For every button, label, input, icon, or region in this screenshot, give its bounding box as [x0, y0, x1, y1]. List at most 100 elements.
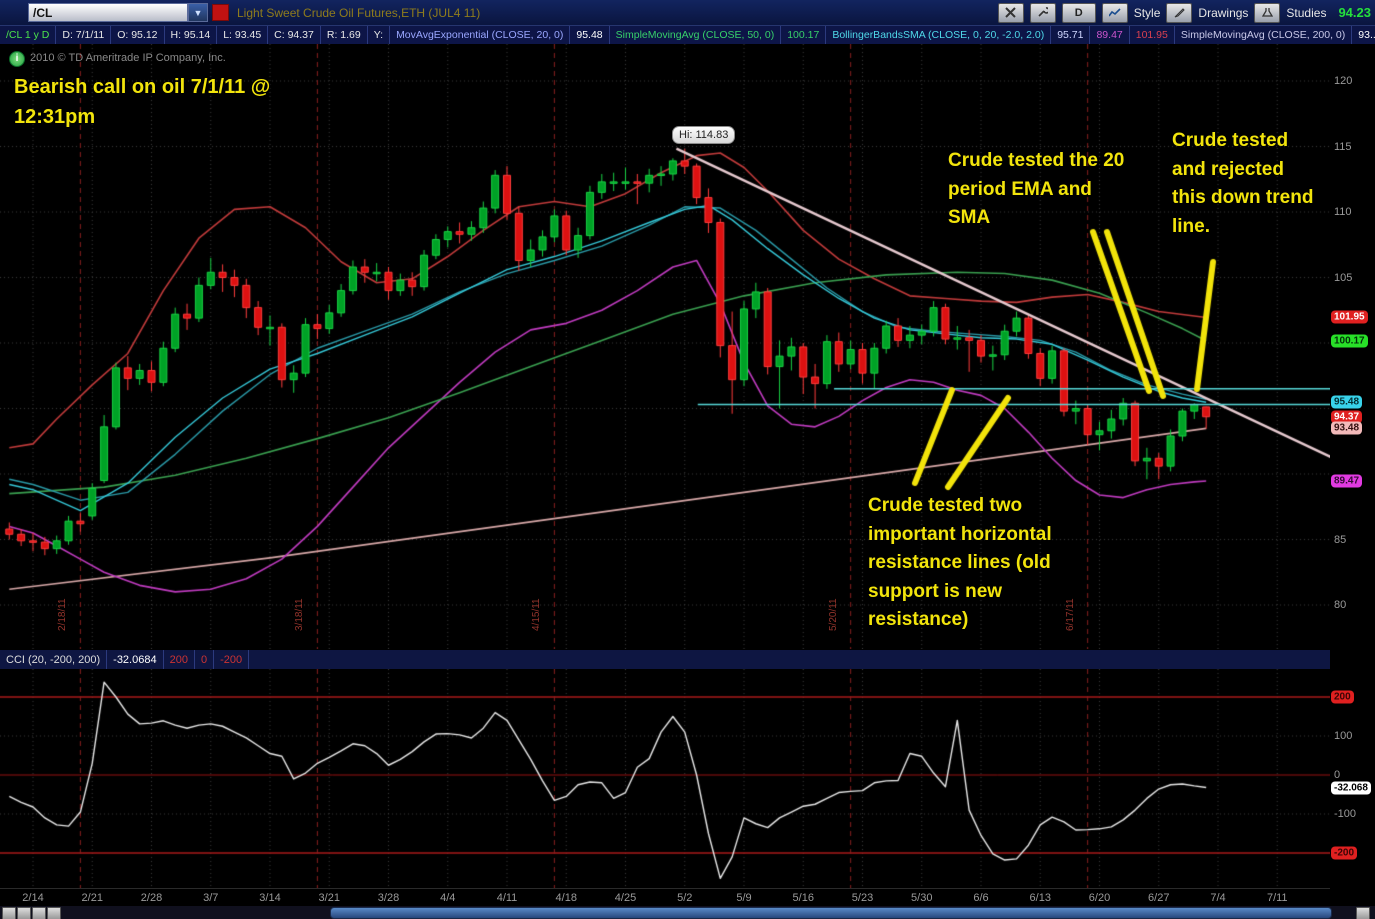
cci-tag-200: 200	[1331, 690, 1354, 704]
date-label-5-16: 5/16	[792, 892, 814, 904]
wrench-icon[interactable]	[1029, 2, 1056, 23]
expiration-label-3-18-11: 3/18/11	[294, 598, 306, 631]
date-label-7-11: 7/11	[1266, 892, 1288, 904]
info-icon[interactable]: i	[9, 51, 25, 67]
date-label-5-2: 5/2	[677, 892, 693, 904]
instrument-title: Light Sweet Crude Oil Futures,ETH (JUL4 …	[237, 5, 481, 20]
annotation-resistance-note: Crude tested two important horizontal re…	[868, 495, 1052, 630]
price-label-115: 115	[1334, 140, 1352, 153]
toolbar-cell-11[interactable]: 100.17	[781, 26, 827, 44]
cci-tag--200: -200	[1331, 846, 1358, 860]
date-label-3-7: 3/7	[203, 892, 219, 904]
cci-level-0[interactable]: 0	[195, 650, 215, 669]
cci-axis-label-0: 0	[1334, 769, 1341, 781]
expiration-label-6-17-11: 6/17/11	[1064, 598, 1076, 631]
toolbar-cell-16[interactable]: SimpleMovingAvg (CLOSE, 200, 0)	[1175, 26, 1353, 44]
chart-scrollbar	[0, 906, 1375, 919]
date-label-4-18: 4/18	[555, 892, 577, 904]
style-button[interactable]: Style	[1134, 6, 1161, 20]
date-axis[interactable]: 2/14 2/21 2/28 3/7 3/14 3/21 3/28 4/4 4/11 4/18 4/…	[0, 888, 1330, 907]
link-color-button[interactable]	[212, 4, 229, 21]
last-price-display: 94.23	[1338, 5, 1371, 20]
price-axis[interactable]: 120 115 110 105 85 80 101.95 100.17 95.48 94.37 93…	[1330, 44, 1375, 906]
drawings-icon[interactable]	[1166, 2, 1193, 23]
tools-icon[interactable]	[997, 2, 1024, 23]
layout-button-2[interactable]	[17, 907, 31, 919]
date-label-5-23: 5/23	[851, 892, 874, 904]
studies-button[interactable]: Studies	[1286, 6, 1326, 20]
toolbar-cells: /CL 1 y D D: 7/1/11 O: 95.12 H: 95.14 L: 93.…	[0, 26, 1375, 44]
cci-level-200[interactable]: 200	[164, 650, 195, 669]
toolbar-cell-12[interactable]: BollingerBandsSMA (CLOSE, 0, 20, -2.0, 2…	[826, 26, 1052, 44]
drawings-button[interactable]: Drawings	[1198, 6, 1248, 20]
date-label-2-28: 2/28	[140, 892, 163, 904]
price-label-80: 80	[1334, 599, 1347, 611]
cci-header: CCI (20, -200, 200) -32.0684 200 0 -200	[0, 650, 1330, 669]
expiration-label-2-18-11: 2/18/11	[57, 598, 69, 631]
date-label-6-6: 6/6	[973, 892, 989, 904]
sma200-tag: 93.48	[1331, 421, 1363, 435]
layout-button-4[interactable]	[47, 907, 61, 919]
symbol-dropdown-icon[interactable]: ▼	[188, 3, 208, 22]
trading-platform-window: /CL ▼ Light Sweet Crude Oil Futures,ETH …	[0, 0, 1375, 919]
layout-button-1[interactable]	[2, 907, 16, 919]
cci-chart-canvas[interactable]	[0, 669, 1330, 888]
toolbar-cell-2[interactable]: O: 95.12	[111, 26, 165, 44]
toolbar-cell-9[interactable]: 95.48	[570, 26, 610, 44]
symbol-input[interactable]: /CL	[28, 3, 188, 22]
toolbar-cell-1[interactable]: D: 7/1/11	[56, 26, 112, 44]
date-label-6-27: 6/27	[1148, 892, 1170, 904]
toolbar-cell-3[interactable]: H: 95.14	[165, 26, 218, 44]
toolbar-cell-13[interactable]: 95.71	[1051, 26, 1091, 44]
date-label-3-14: 3/14	[259, 892, 281, 904]
price-label-120: 120	[1334, 75, 1353, 87]
annotation-ema-note: Crude tested the 20 period EMA and SMA	[948, 150, 1125, 228]
toolbar-cell-0[interactable]: /CL 1 y D	[0, 26, 57, 44]
date-label-4-11: 4/11	[496, 892, 518, 904]
cci-value[interactable]: -32.0684	[107, 650, 164, 669]
studies-toolbar: /CL 1 y D D: 7/1/11 O: 95.12 H: 95.14 L: 93.…	[0, 26, 1375, 44]
price-chart-canvas[interactable]	[0, 44, 1330, 649]
layout-button-3[interactable]	[32, 907, 46, 919]
price-label-110: 110	[1334, 206, 1352, 218]
cci-tag--32.068: -32.068	[1331, 781, 1371, 794]
date-label-3-21: 3/21	[318, 892, 340, 904]
date-label-4-25: 4/25	[614, 892, 637, 904]
cci-label[interactable]: CCI (20, -200, 200)	[0, 650, 108, 669]
bollinger-upper-tag: 101.95	[1331, 310, 1368, 324]
price-label-85: 85	[1334, 533, 1347, 546]
title-bar: /CL ▼ Light Sweet Crude Oil Futures,ETH …	[0, 0, 1375, 26]
toolbar-cell-4[interactable]: L: 93.45	[217, 26, 269, 44]
toolbar-cell-8[interactable]: MovAvgExponential (CLOSE, 20, 0)	[390, 26, 571, 44]
date-label-4-4: 4/4	[440, 892, 456, 904]
scrollbar-thumb[interactable]	[330, 907, 1332, 919]
bollinger-lower-tag: 89.47	[1331, 474, 1363, 488]
corner-settings-icon[interactable]	[1356, 907, 1370, 919]
sma50-tag: 100.17	[1331, 334, 1368, 348]
studies-icon[interactable]	[1254, 2, 1281, 23]
toolbar-cell-5[interactable]: C: 94.37	[268, 26, 321, 44]
date-label-7-4: 7/4	[1210, 892, 1226, 904]
expiration-label-5-20-11: 5/20/11	[827, 598, 839, 631]
toolbar-cell-15[interactable]: 101.95	[1130, 26, 1175, 44]
cci-level-neg200[interactable]: -200	[214, 650, 250, 669]
interval-button[interactable]: D	[1061, 2, 1096, 23]
date-label-6-20: 6/20	[1088, 892, 1111, 904]
annotation-trend-note: Crude tested and rejected this down tren…	[1172, 130, 1314, 237]
date-label-5-9: 5/9	[736, 892, 752, 904]
price-label-105: 105	[1334, 271, 1353, 284]
toolbar-cell-6[interactable]: R: 1.69	[321, 26, 368, 44]
copyright-text: 2010 © TD Ameritrade IP Company, Inc.	[30, 52, 226, 64]
toolbar-cell-14[interactable]: 89.47	[1090, 26, 1130, 44]
toolbar-cell-10[interactable]: SimpleMovingAvg (CLOSE, 50, 0)	[610, 26, 782, 44]
expiration-label-4-15-11: 4/15/11	[531, 598, 543, 631]
date-label-3-28: 3/28	[377, 892, 400, 904]
style-icon[interactable]	[1101, 2, 1128, 23]
cci-axis-label-100: 100	[1334, 730, 1353, 742]
toolbar-cell-17[interactable]: 93...	[1352, 26, 1375, 44]
date-label-2-21: 2/21	[81, 892, 103, 904]
toolbar-cell-7[interactable]: Y:	[368, 26, 391, 44]
cci-axis-label--100: -100	[1334, 808, 1357, 820]
date-label-5-30: 5/30	[911, 892, 933, 904]
date-label-2-14: 2/14	[22, 892, 44, 904]
